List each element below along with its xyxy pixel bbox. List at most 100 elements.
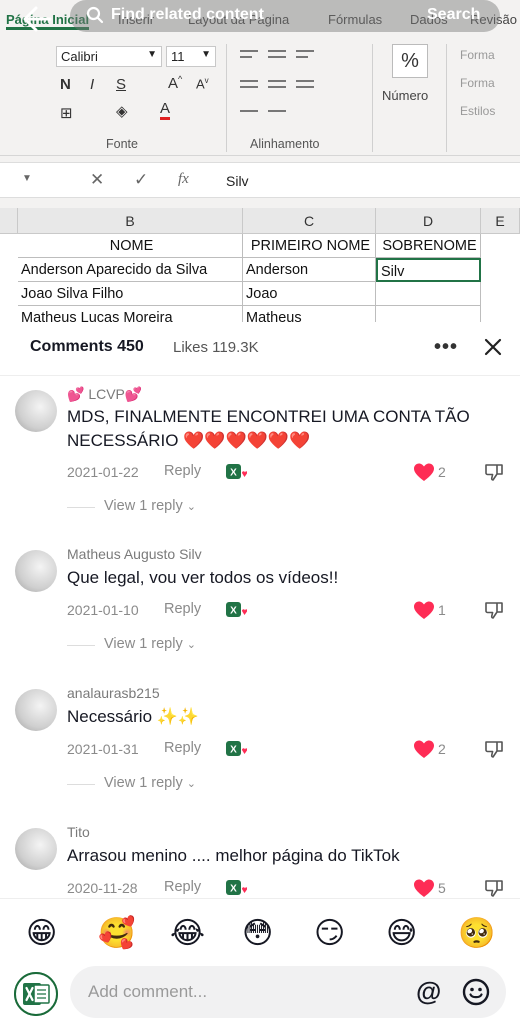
column-header: C bbox=[243, 208, 376, 234]
comment-date: 2020-11-28 bbox=[67, 880, 138, 896]
view-replies-label: View 1 reply bbox=[104, 636, 183, 652]
creator-liked-badge-icon: X bbox=[226, 464, 247, 479]
table-cell: Anderson bbox=[243, 258, 376, 282]
chevron-down-icon: ⌄ bbox=[186, 639, 196, 651]
column-header bbox=[0, 208, 18, 234]
search-button[interactable]: Search bbox=[427, 6, 480, 24]
chevron-down-icon: ⌄ bbox=[186, 778, 196, 790]
emoji-icon[interactable] bbox=[462, 978, 490, 1006]
avatar[interactable] bbox=[15, 828, 57, 870]
divider bbox=[67, 784, 95, 785]
comment-item: Tito Arrasou menino .... melhor página d… bbox=[0, 818, 520, 898]
tab-likes[interactable]: Likes 119.3K bbox=[173, 339, 259, 356]
styles-item: Forma bbox=[460, 48, 495, 62]
avatar[interactable] bbox=[15, 550, 57, 592]
chevron-down-icon: ▼ bbox=[147, 49, 157, 60]
avatar[interactable] bbox=[15, 390, 57, 432]
like-count: 5 bbox=[438, 880, 446, 896]
reply-button[interactable]: Reply bbox=[164, 463, 201, 479]
dislike-icon[interactable] bbox=[484, 878, 504, 898]
more-options-button[interactable]: ••• bbox=[434, 336, 458, 359]
view-replies-label: View 1 reply bbox=[104, 498, 183, 514]
percent-icon: % bbox=[392, 44, 428, 78]
tab-comments[interactable]: Comments 450 bbox=[30, 338, 144, 356]
comment-date: 2021-01-31 bbox=[67, 741, 139, 757]
dislike-icon[interactable] bbox=[484, 600, 504, 620]
borders-icon: ⊞ bbox=[60, 105, 73, 122]
emoji-laughing-button[interactable]: 😂 bbox=[170, 917, 205, 951]
creator-liked-badge-icon: X bbox=[226, 741, 247, 756]
comment-text: MDS, FINALMENTE ENCONTREI UMA CONTA TÃO … bbox=[67, 407, 470, 450]
font-size-select: 11 ▼ bbox=[166, 46, 216, 67]
avatar[interactable] bbox=[15, 689, 57, 731]
grow-font-icon: A^ bbox=[168, 74, 183, 92]
svg-text:X: X bbox=[230, 468, 237, 479]
comments-header: Comments 450 Likes 119.3K ••• bbox=[0, 322, 520, 376]
styles-item: Estilos bbox=[460, 104, 496, 118]
reply-button[interactable]: Reply bbox=[164, 879, 201, 895]
table-cell: NOME bbox=[18, 234, 243, 258]
comment-input-row: Add comment... @ bbox=[0, 962, 520, 1024]
comment-username[interactable]: analaurasb215 bbox=[67, 685, 160, 701]
svg-text:X: X bbox=[230, 745, 237, 756]
excel-ribbon: Calibri ▼ 11 ▼ N I S A^ Av ⊞ ◈ A Fonte A… bbox=[0, 36, 520, 156]
back-arrow-icon[interactable] bbox=[20, 4, 54, 34]
comment-input-placeholder[interactable]: Add comment... bbox=[88, 982, 207, 1002]
like-heart-icon[interactable] bbox=[413, 739, 435, 759]
table-cell: Anderson Aparecido da Silva bbox=[18, 258, 243, 282]
comment-text: Que legal, vou ver todos os vídeos!! bbox=[67, 568, 339, 587]
view-replies-label: View 1 reply bbox=[104, 775, 183, 791]
view-replies-button[interactable]: View 1 reply ⌄ bbox=[104, 636, 196, 652]
underline-icon: S bbox=[116, 76, 127, 93]
like-count: 2 bbox=[438, 741, 446, 757]
fill-color-icon: ◈ bbox=[116, 103, 128, 120]
reply-button[interactable]: Reply bbox=[164, 740, 201, 756]
like-count: 2 bbox=[438, 464, 446, 480]
emoji-smirk-button[interactable]: 😏 bbox=[314, 917, 345, 951]
column-header: D bbox=[376, 208, 481, 234]
mention-button[interactable]: @ bbox=[416, 976, 441, 1007]
emoji-smiling-hearts-button[interactable]: 🥰 bbox=[98, 917, 135, 951]
like-heart-icon[interactable] bbox=[413, 600, 435, 620]
comment-username[interactable]: Matheus Augusto Silv bbox=[67, 546, 202, 562]
view-replies-button[interactable]: View 1 reply ⌄ bbox=[104, 498, 196, 514]
search-input[interactable]: Find related content bbox=[111, 6, 264, 24]
comment-date: 2021-01-22 bbox=[67, 464, 139, 480]
check-icon: ✓ bbox=[134, 170, 149, 189]
like-heart-icon[interactable] bbox=[413, 462, 435, 482]
comment-username[interactable]: Tito bbox=[67, 824, 90, 840]
font-size-value: 11 bbox=[171, 49, 185, 64]
active-cell: Silv bbox=[376, 258, 481, 282]
italic-icon: I bbox=[90, 76, 95, 93]
comment-item: analaurasb215 Necessário ✨✨ 2021-01-31 R… bbox=[0, 679, 520, 799]
emoji-grin-button[interactable]: 😁 bbox=[26, 917, 57, 951]
table-cell: Joao bbox=[243, 282, 376, 306]
emoji-pleading-button[interactable]: 🥺 bbox=[458, 917, 495, 951]
divider bbox=[67, 645, 95, 646]
excel-logo-icon bbox=[14, 972, 58, 1016]
reply-button[interactable]: Reply bbox=[164, 601, 201, 617]
table-cell: Matheus Lucas Moreira bbox=[18, 306, 243, 322]
table-cell: SOBRENOME bbox=[376, 234, 481, 258]
dislike-icon[interactable] bbox=[484, 462, 504, 482]
creator-liked-badge-icon: X bbox=[226, 880, 247, 895]
close-icon[interactable] bbox=[483, 337, 503, 357]
group-label-font: Fonte bbox=[106, 137, 138, 151]
view-replies-button[interactable]: View 1 reply ⌄ bbox=[104, 775, 196, 791]
like-heart-icon[interactable] bbox=[413, 878, 435, 898]
dislike-icon[interactable] bbox=[484, 739, 504, 759]
chevron-down-icon: ▼ bbox=[22, 173, 32, 184]
emoji-flushed-button[interactable]: 😳 bbox=[242, 917, 273, 951]
table-cell: Matheus bbox=[243, 306, 376, 322]
shrink-font-icon: Av bbox=[196, 76, 209, 92]
cancel-icon: ✕ bbox=[90, 170, 105, 189]
comment-username[interactable]: 💕 LCVP💕 bbox=[67, 386, 142, 403]
emoji-sweat-smile-button[interactable]: 😅 bbox=[386, 917, 417, 951]
video-player[interactable]: Página Inicial Inserir Layout da Página … bbox=[0, 0, 520, 322]
search-icon bbox=[86, 6, 104, 24]
fx-icon: fx bbox=[178, 171, 189, 187]
table-cell bbox=[376, 306, 481, 322]
chevron-down-icon: ▼ bbox=[201, 49, 211, 60]
table-cell bbox=[376, 282, 481, 306]
user-avatar[interactable] bbox=[14, 972, 58, 1016]
